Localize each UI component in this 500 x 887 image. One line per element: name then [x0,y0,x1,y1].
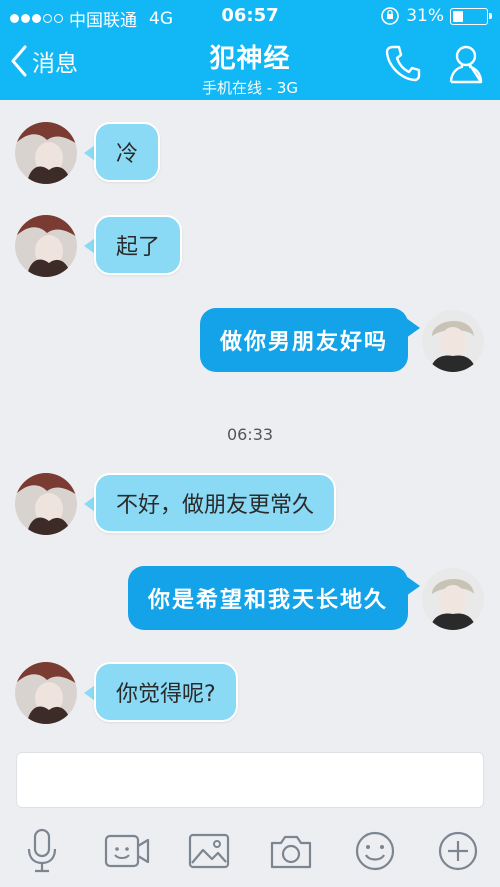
video-button[interactable] [101,825,153,877]
incoming-message[interactable]: 起了 [94,215,183,275]
user-avatar[interactable] [422,310,484,372]
video-icon [104,834,150,868]
contact-avatar-image [15,215,77,277]
profile-button[interactable] [448,44,484,88]
person-icon [449,45,483,84]
message-timestamp: 06:33 [226,425,274,444]
contact-status: 手机在线 - 3G [201,79,299,97]
contact-avatar-image [15,122,77,184]
outgoing-message[interactable]: 你是希望和我天长地久 [127,566,408,630]
incoming-message[interactable]: 冷 [94,122,161,182]
camera-button[interactable] [265,825,317,877]
bubble-tail [406,318,420,338]
outgoing-message[interactable]: 做你男朋友好吗 [199,308,408,372]
contact-avatar[interactable] [15,662,77,724]
input-toolbar [0,815,500,887]
phone-icon [385,45,421,82]
message-input[interactable] [16,752,484,808]
voice-button[interactable] [16,825,68,877]
battery-icon [450,7,492,25]
contact-info[interactable]: 犯神经 手机在线 - 3G [0,38,500,98]
chat-header: 中国联通 4G 06:57 31% 消息 犯神经 手机在线 - 3G [0,0,500,100]
status-bar: 中国联通 4G 06:57 31% [0,0,500,34]
contact-avatar[interactable] [15,122,77,184]
contact-name: 犯神经 [209,44,291,74]
user-avatar-image [422,568,484,630]
camera-icon [270,835,312,869]
bubble-tail [406,576,420,596]
emoji-button[interactable] [349,825,401,877]
emoji-icon [355,831,395,871]
microphone-icon [27,828,57,873]
incoming-message[interactable]: 你觉得呢? [94,662,238,722]
contact-avatar-image [15,473,77,535]
battery-percent: 31% [406,6,444,26]
incoming-message[interactable]: 不好，做朋友更常久 [94,473,337,533]
image-button[interactable] [183,825,235,877]
orientation-lock-icon [381,7,400,25]
user-avatar[interactable] [422,568,484,630]
user-avatar-image [422,310,484,372]
contact-avatar[interactable] [15,215,77,277]
image-icon [188,833,230,869]
contact-avatar-image [15,662,77,724]
contact-avatar[interactable] [15,473,77,535]
more-button[interactable] [432,825,484,877]
call-button[interactable] [385,44,421,86]
add-icon [438,831,478,871]
